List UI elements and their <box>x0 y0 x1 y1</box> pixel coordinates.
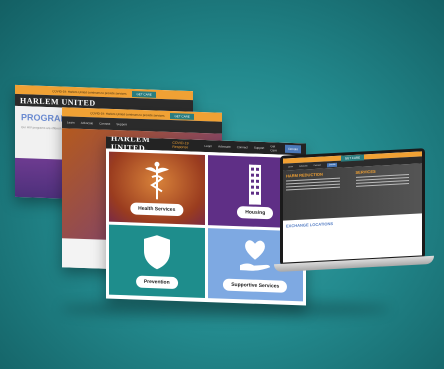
services-column: SERVICES <box>353 163 423 217</box>
nav-link-support[interactable]: Support <box>254 146 265 150</box>
tile-prevention[interactable]: Prevention <box>109 224 205 298</box>
laptop-screen: GET CARE Learn Advocate Connect Donate H… <box>280 148 425 266</box>
harm-reduction-heading: HARM REDUCTION <box>286 171 323 179</box>
services-page-window: HARLEM UNITED COVID-19 Response Learn Ad… <box>106 136 306 306</box>
shield-icon <box>142 226 172 276</box>
site-logo[interactable]: HARLEM UNITED <box>20 96 96 108</box>
building-icon <box>247 156 263 210</box>
promo-text: COVID-19: Harlem United continues to pro… <box>90 110 165 118</box>
nav-link-advocate[interactable]: Advocate <box>299 165 307 167</box>
promo-button[interactable]: GET CARE <box>170 112 194 120</box>
tile-health-services[interactable]: Health Services <box>109 151 205 225</box>
nav-link-connect[interactable]: Connect <box>237 145 248 149</box>
tile-label[interactable]: Housing <box>237 206 274 220</box>
heart-hand-icon <box>238 229 272 279</box>
promo-button[interactable]: GET CARE <box>340 153 365 162</box>
laptop-page: GET CARE Learn Advocate Connect Donate H… <box>283 151 423 263</box>
nav-link-connect[interactable]: Connect <box>99 122 110 126</box>
tile-label[interactable]: Supportive Services <box>223 278 288 293</box>
nav-link-support[interactable]: Support <box>116 122 127 126</box>
tile-label[interactable]: Prevention <box>135 275 178 290</box>
tile-label[interactable]: Health Services <box>130 202 184 217</box>
nav-link-learn[interactable]: Learn <box>67 120 75 124</box>
promo-button[interactable]: GET CARE <box>132 90 156 98</box>
nav-link-advocate[interactable]: Advocate <box>218 144 231 148</box>
services-grid: Health Services Housing Prevention Suppo… <box>106 148 306 305</box>
promo-text: COVID-19: Harlem United continues to pro… <box>52 88 127 96</box>
nav-link-connect[interactable]: Connect <box>313 164 320 166</box>
nav-link-advocate[interactable]: Advocate <box>81 121 94 125</box>
donate-button[interactable]: Donate <box>326 162 338 167</box>
nav-link-learn[interactable]: Learn <box>288 166 293 168</box>
nav-link-covid[interactable]: COVID-19 Response <box>172 141 196 150</box>
harm-reduction-column: HARM REDUCTION <box>283 167 353 221</box>
laptop: GET CARE Learn Advocate Connect Donate H… <box>274 148 434 274</box>
nav-link-get-care[interactable]: Get Care <box>270 144 279 152</box>
harm-reduction-hero: HARM REDUCTION SERVICES <box>283 163 423 221</box>
caduceus-icon <box>144 153 170 207</box>
nav-link-learn[interactable]: Learn <box>204 144 212 148</box>
services-heading: SERVICES <box>355 168 376 175</box>
